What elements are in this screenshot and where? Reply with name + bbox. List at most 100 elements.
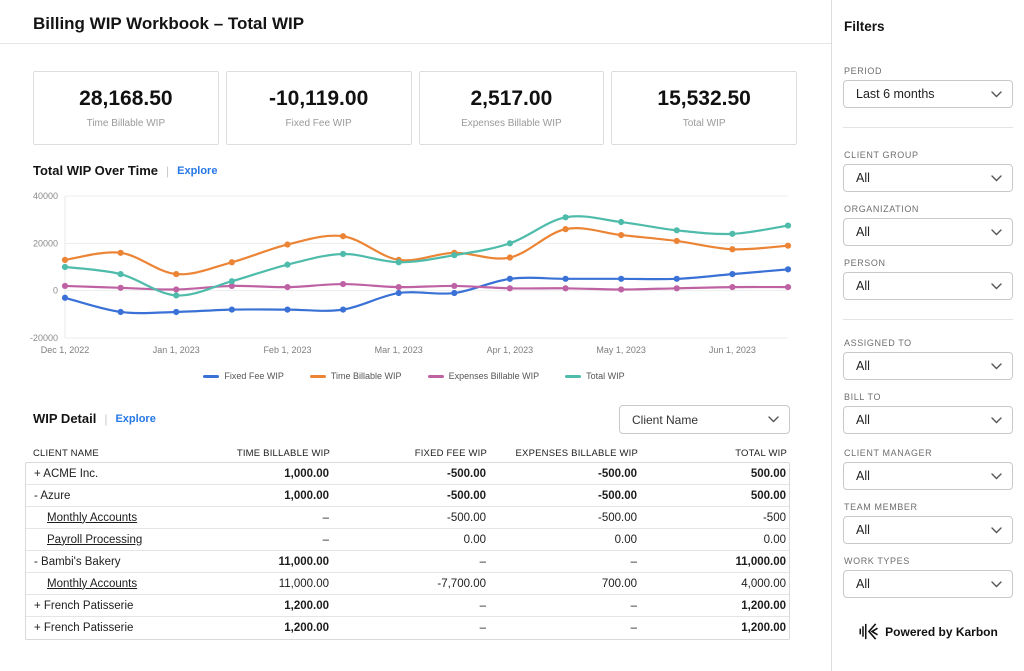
table-value-cell: – — [171, 534, 332, 546]
work-item-link[interactable]: Payroll Processing — [26, 534, 171, 546]
filter-assigned-to-select[interactable]: All — [843, 352, 1013, 380]
y-axis-tick-label: 0 — [53, 286, 58, 296]
filter-group-client-manager: CLIENT MANAGERAll — [843, 448, 1013, 458]
column-header-time-billable-wip: TIME BILLABLE WIP — [172, 448, 333, 459]
table-value-cell: – — [489, 556, 640, 568]
client-row-toggle[interactable]: + French Patisserie — [26, 600, 171, 612]
table-value-cell: 1,200.00 — [640, 622, 789, 634]
data-point-expenses-billable-wip — [729, 284, 735, 290]
filter-team-member-select[interactable]: All — [843, 516, 1013, 544]
group-by-dropdown[interactable]: Client Name — [619, 405, 790, 434]
chart-explore-link[interactable]: Explore — [177, 165, 217, 177]
data-point-expenses-billable-wip — [785, 284, 791, 290]
data-point-expenses-billable-wip — [62, 283, 68, 289]
legend-swatch-icon — [428, 375, 444, 378]
x-axis-tick-label: Feb 1, 2023 — [263, 345, 311, 355]
client-row-toggle[interactable]: + French Patisserie — [26, 622, 171, 634]
work-item-link[interactable]: Monthly Accounts — [26, 512, 171, 524]
legend-item-fixed-fee-wip[interactable]: Fixed Fee WIP — [203, 371, 284, 381]
work-item-link[interactable]: Monthly Accounts — [26, 578, 171, 590]
filters-title: Filters — [844, 19, 1012, 34]
data-point-fixed-fee-wip — [451, 290, 457, 296]
filter-selected-value: All — [856, 279, 870, 293]
data-point-expenses-billable-wip — [340, 281, 346, 287]
x-axis-tick-label: Mar 1, 2023 — [375, 345, 423, 355]
filter-period-select[interactable]: Last 6 months — [843, 80, 1013, 108]
table-value-cell: -500 — [640, 512, 789, 524]
filter-selected-value: All — [856, 469, 870, 483]
legend-swatch-icon — [310, 375, 326, 378]
client-row-toggle[interactable]: + ACME Inc. — [26, 468, 171, 480]
filter-client-group-select[interactable]: All — [843, 164, 1013, 192]
filter-person-select[interactable]: All — [843, 272, 1013, 300]
legend-label: Expenses Billable WIP — [449, 371, 540, 381]
legend-swatch-icon — [203, 375, 219, 378]
legend-label: Total WIP — [586, 371, 625, 381]
table-value-cell: – — [489, 600, 640, 612]
table-value-cell: 11,000.00 — [171, 556, 332, 568]
filter-bill-to-select[interactable]: All — [843, 406, 1013, 434]
data-point-expenses-billable-wip — [618, 286, 624, 292]
filter-client-manager-select[interactable]: All — [843, 462, 1013, 490]
data-point-total-wip — [229, 278, 235, 284]
data-point-total-wip — [674, 227, 680, 233]
table-value-cell: 500.00 — [640, 490, 789, 502]
table-header-row: CLIENT NAMETIME BILLABLE WIPFIXED FEE WI… — [25, 444, 790, 462]
client-row-toggle[interactable]: - Azure — [26, 490, 171, 502]
table-value-cell: 1,000.00 — [171, 490, 332, 502]
data-point-fixed-fee-wip — [118, 309, 124, 315]
data-point-expenses-billable-wip — [396, 284, 402, 290]
table-value-cell: -500.00 — [332, 512, 489, 524]
chevron-down-icon — [991, 473, 1002, 480]
filter-group-period: PERIODLast 6 months — [843, 66, 1013, 76]
legend-item-time-billable-wip[interactable]: Time Billable WIP — [310, 371, 402, 381]
filter-label: CLIENT MANAGER — [844, 448, 1013, 458]
detail-explore-link[interactable]: Explore — [115, 413, 155, 425]
table-row: + ACME Inc.1,000.00-500.00-500.00500.00 — [26, 463, 789, 485]
x-axis-tick-label: Dec 1, 2022 — [41, 345, 90, 355]
x-axis-tick-label: Apr 1, 2023 — [487, 345, 534, 355]
total-wip-over-time-chart: 40000200000-20000Dec 1, 2022Jan 1, 2023F… — [30, 188, 795, 360]
chevron-down-icon — [991, 527, 1002, 534]
data-point-total-wip — [618, 219, 624, 225]
filter-group-client-group: CLIENT GROUPAll — [843, 150, 1013, 160]
table-value-cell: 11,000.00 — [640, 556, 789, 568]
data-point-fixed-fee-wip — [618, 276, 624, 282]
filter-work-types-select[interactable]: All — [843, 570, 1013, 598]
data-point-expenses-billable-wip — [118, 285, 124, 291]
data-point-fixed-fee-wip — [340, 307, 346, 313]
column-header-fixed-fee-wip: FIXED FEE WIP — [333, 448, 490, 459]
column-header-client-name: CLIENT NAME — [25, 448, 172, 459]
chevron-down-icon — [991, 283, 1002, 290]
column-header-expenses-billable-wip: EXPENSES BILLABLE WIP — [490, 448, 641, 459]
legend-item-total-wip[interactable]: Total WIP — [565, 371, 625, 381]
table-value-cell: 1,200.00 — [640, 600, 789, 612]
kpi-card-time-billable-wip: 28,168.50Time Billable WIP — [33, 71, 219, 145]
data-point-fixed-fee-wip — [284, 307, 290, 313]
kpi-value: -10,119.00 — [269, 87, 368, 111]
group-by-value: Client Name — [632, 413, 698, 427]
kpi-label: Fixed Fee WIP — [286, 118, 352, 129]
filter-selected-value: All — [856, 413, 870, 427]
table-value-cell: 1,200.00 — [171, 622, 332, 634]
table-row: - Azure1,000.00-500.00-500.00500.00 — [26, 485, 789, 507]
data-point-total-wip — [340, 251, 346, 257]
chart-legend: Fixed Fee WIP Time Billable WIP Expenses B… — [33, 371, 795, 381]
chevron-down-icon — [991, 91, 1002, 98]
filters-sidebar: Filters PERIODLast 6 months CLIENT GROUPA… — [831, 0, 1024, 671]
filter-group-organization: ORGANIZATIONAll — [843, 204, 1013, 214]
filter-label: ASSIGNED TO — [844, 338, 1013, 348]
filter-organization-select[interactable]: All — [843, 218, 1013, 246]
chevron-down-icon — [991, 417, 1002, 424]
client-row-toggle[interactable]: - Bambi's Bakery — [26, 556, 171, 568]
kpi-label: Time Billable WIP — [87, 118, 166, 129]
x-axis-tick-label: May 1, 2023 — [596, 345, 646, 355]
table-row: Monthly Accounts11,000.00-7,700.00700.00… — [26, 573, 789, 595]
kpi-card-total-wip: 15,532.50Total WIP — [611, 71, 797, 145]
data-point-expenses-billable-wip — [507, 285, 513, 291]
data-point-fixed-fee-wip — [562, 276, 568, 282]
legend-item-expenses-billable-wip[interactable]: Expenses Billable WIP — [428, 371, 540, 381]
chart-title: Total WIP Over Time — [33, 163, 158, 178]
table-value-cell: – — [332, 556, 489, 568]
chart-canvas: 40000200000-20000Dec 1, 2022Jan 1, 2023F… — [30, 188, 795, 360]
